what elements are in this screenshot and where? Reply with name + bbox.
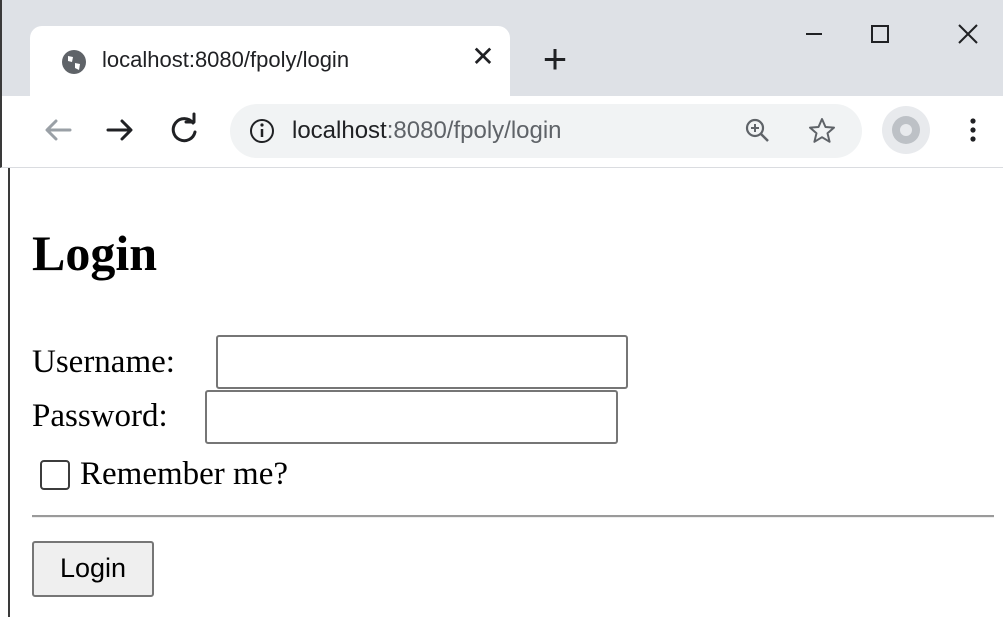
username-field[interactable] — [216, 335, 628, 389]
page-title: Login — [32, 225, 158, 281]
login-button[interactable]: Login — [32, 541, 154, 597]
reload-icon[interactable] — [162, 108, 206, 152]
url-path: :8080/fpoly/login — [386, 117, 562, 144]
info-icon[interactable] — [248, 117, 276, 145]
password-field[interactable] — [205, 390, 618, 444]
window-close-icon[interactable] — [938, 12, 998, 56]
address-bar[interactable]: localhost:8080/fpoly/login — [230, 104, 862, 158]
profile-avatar[interactable] — [882, 106, 930, 154]
remember-checkbox[interactable] — [40, 460, 70, 490]
password-label: Password: — [32, 398, 168, 434]
divider — [32, 515, 994, 518]
minimize-icon[interactable] — [784, 12, 844, 56]
bookmark-star-icon[interactable] — [806, 115, 838, 147]
more-vert-icon[interactable] — [958, 110, 988, 150]
globe-icon — [62, 50, 86, 74]
back-arrow-icon[interactable] — [36, 108, 80, 152]
maximize-icon[interactable] — [850, 12, 910, 56]
browser-window: localhost:8080/fpoly/login ✕ + localhost… — [0, 0, 1003, 617]
browser-toolbar: localhost:8080/fpoly/login — [0, 96, 1003, 168]
tab-close-button[interactable]: ✕ — [466, 40, 500, 74]
tab-title: localhost:8080/fpoly/login — [102, 47, 350, 72]
forward-arrow-icon[interactable] — [98, 108, 142, 152]
tab-login[interactable]: localhost:8080/fpoly/login ✕ — [30, 26, 510, 96]
username-label: Username: — [32, 344, 175, 380]
tab-strip: localhost:8080/fpoly/login ✕ + — [0, 0, 1003, 96]
url-text[interactable]: localhost:8080/fpoly/login — [292, 114, 562, 148]
zoom-icon[interactable] — [742, 115, 774, 147]
avatar-icon — [892, 116, 920, 144]
new-tab-button[interactable]: + — [532, 36, 578, 82]
page-content: Login Username: Password: Remember me? L… — [10, 169, 1003, 617]
remember-label[interactable]: Remember me? — [80, 454, 288, 494]
url-host: localhost — [292, 117, 387, 144]
